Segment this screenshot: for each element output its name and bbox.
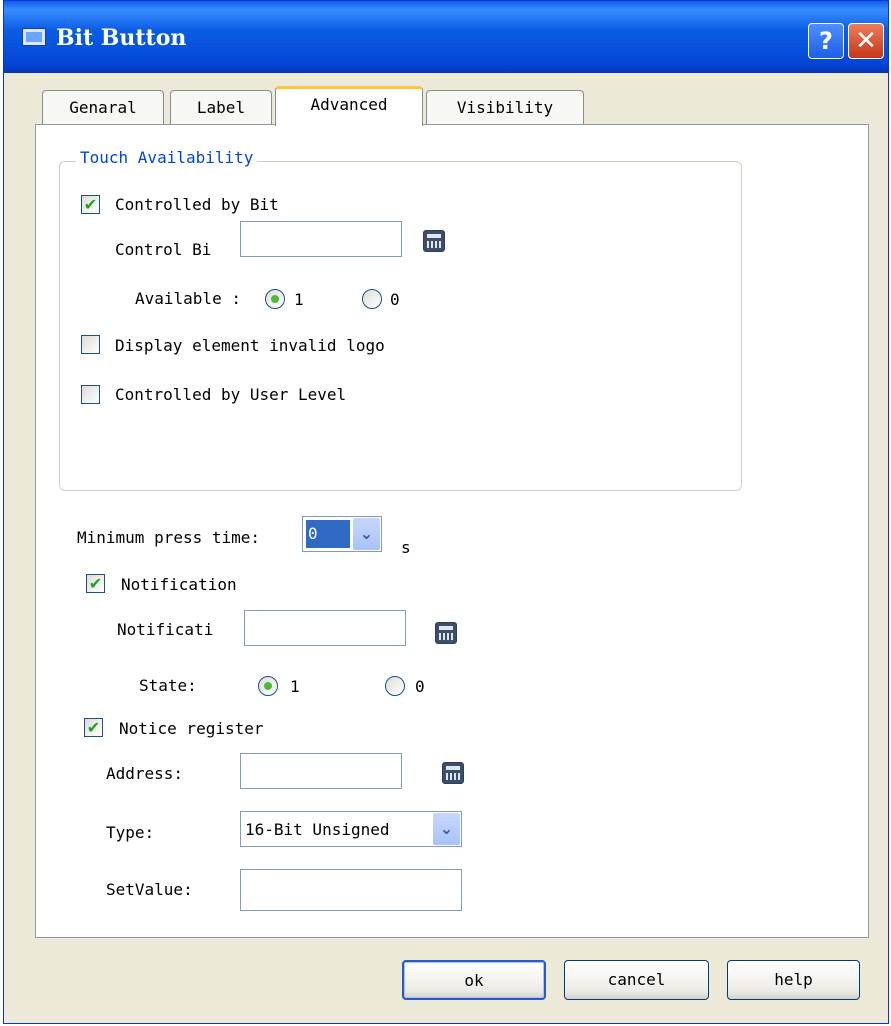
cancel-button[interactable]: cancel — [564, 960, 709, 1000]
display-invalid-logo-checkbox[interactable] — [81, 335, 100, 354]
ok-button[interactable]: ok — [402, 960, 546, 1000]
minimum-press-time-label: Minimum press time: — [77, 528, 261, 547]
address-calculator-icon[interactable] — [442, 762, 464, 784]
address-input[interactable] — [240, 753, 402, 789]
tab-advanced[interactable]: Advanced — [275, 86, 423, 126]
control-bit-calculator-icon[interactable] — [423, 230, 445, 252]
chevron-down-icon[interactable]: ⌄ — [353, 518, 380, 550]
notice-register-label: Notice register — [119, 719, 264, 738]
tab-visibility[interactable]: Visibility — [426, 90, 584, 126]
controlled-by-user-level-label: Controlled by User Level — [115, 385, 347, 404]
state-0-label: 0 — [415, 677, 425, 696]
state-0-radio[interactable] — [385, 676, 405, 696]
address-label: Address: — [106, 764, 184, 783]
help-title-button[interactable]: ? — [808, 23, 844, 59]
state-1-radio[interactable] — [258, 676, 278, 696]
available-label: Available : — [135, 289, 241, 308]
close-title-button[interactable]: ✕ — [848, 23, 884, 59]
checkmark-icon: ✔ — [83, 195, 98, 214]
tab-general[interactable]: Genaral — [42, 90, 164, 126]
type-value: 16-Bit Unsigned — [245, 820, 390, 839]
available-1-radio[interactable] — [265, 289, 285, 309]
setvalue-input[interactable] — [240, 869, 462, 911]
display-invalid-logo-label: Display element invalid logo — [115, 336, 385, 355]
available-1-label: 1 — [294, 290, 304, 309]
available-0-label: 0 — [390, 290, 400, 309]
window-title: Bit Button — [56, 25, 187, 51]
controlled-by-bit-label: Controlled by Bit — [115, 195, 279, 214]
minimum-press-time-unit: s — [401, 538, 411, 557]
window-app-icon — [22, 28, 46, 46]
notification-address-label: Notificati — [117, 620, 214, 639]
checkmark-icon: ✔ — [88, 574, 103, 593]
type-select[interactable]: 16-Bit Unsigned ⌄ — [240, 811, 462, 847]
touch-availability-legend: Touch Availability — [76, 148, 258, 167]
notification-calculator-icon[interactable] — [435, 622, 457, 644]
notification-label: Notification — [121, 575, 237, 594]
notification-address-input[interactable] — [244, 610, 406, 646]
state-1-label: 1 — [290, 677, 300, 696]
control-bit-label: Control Bi — [115, 240, 212, 259]
controlled-by-bit-checkbox[interactable]: ✔ — [81, 195, 100, 214]
controlled-by-user-level-checkbox[interactable] — [81, 385, 100, 404]
minimum-press-time-value: 0 — [306, 520, 350, 548]
setvalue-label: SetValue: — [106, 880, 193, 899]
tab-label[interactable]: Label — [170, 90, 272, 126]
notification-checkbox[interactable]: ✔ — [86, 574, 105, 593]
help-button[interactable]: help — [727, 960, 860, 1000]
available-0-radio[interactable] — [362, 289, 382, 309]
type-label: Type: — [106, 823, 155, 842]
chevron-down-icon[interactable]: ⌄ — [433, 813, 460, 845]
notice-register-checkbox[interactable]: ✔ — [84, 718, 103, 737]
minimum-press-time-select[interactable]: 0 ⌄ — [302, 516, 382, 552]
checkmark-icon: ✔ — [86, 718, 101, 737]
state-label: State: — [139, 676, 197, 695]
control-bit-input[interactable] — [240, 221, 402, 257]
title-bar[interactable]: Bit Button ? ✕ — [4, 1, 888, 73]
